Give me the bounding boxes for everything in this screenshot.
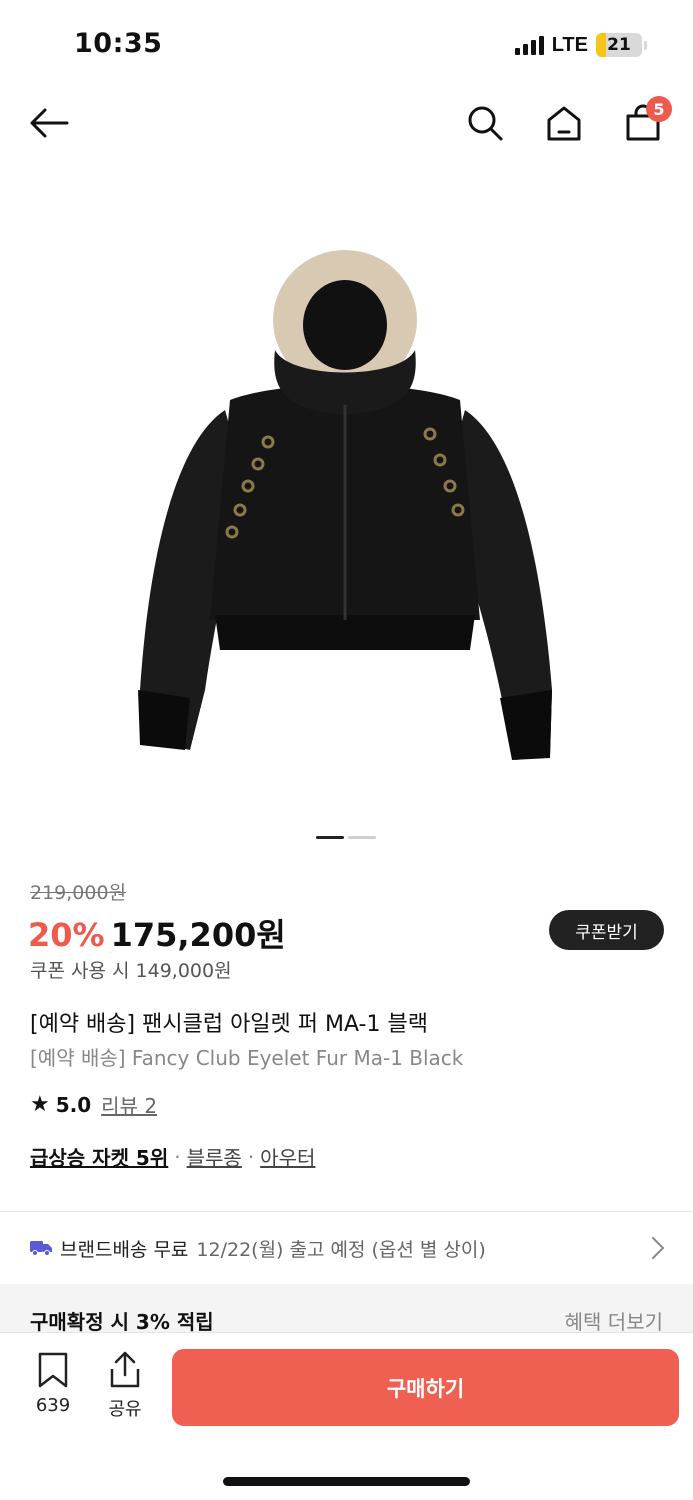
- status-indicators: LTE 21: [514, 33, 647, 57]
- carousel-indicator: [316, 836, 376, 839]
- jacket-image: [138, 250, 552, 760]
- price-row: 20% 175,200원: [28, 910, 286, 956]
- star-icon: ★: [30, 1091, 50, 1117]
- rating-value: 5.0: [55, 1092, 92, 1117]
- bookmark-button[interactable]: 639: [30, 1351, 76, 1416]
- share-label: 공유: [108, 1399, 142, 1420]
- truck-icon: [30, 1241, 52, 1256]
- discount-rate: 20%: [28, 916, 105, 954]
- search-button[interactable]: [462, 100, 508, 146]
- coupon-price: 쿠폰 사용 시 149,000원: [30, 960, 232, 982]
- category-tags: 급상승 자켓 5위 · 블루종 · 아우터: [30, 1142, 315, 1171]
- bookmark-icon: [38, 1352, 68, 1388]
- coupon-button[interactable]: 쿠폰받기: [549, 910, 664, 950]
- back-arrow-icon: [30, 108, 69, 138]
- carousel-dot: [348, 836, 376, 839]
- share-button[interactable]: 공유: [102, 1351, 148, 1421]
- tag-outer[interactable]: 아우터: [260, 1142, 315, 1171]
- search-icon: [468, 106, 503, 141]
- nav-bar: 5: [0, 90, 693, 156]
- home-indicator: [223, 1477, 470, 1486]
- battery-icon: 21: [596, 33, 647, 57]
- bottom-action-bar: 639 공유 구매하기: [0, 1332, 693, 1500]
- delivery-main: 브랜드배송 무료: [60, 1238, 189, 1261]
- bookmark-count: 639: [35, 1395, 71, 1416]
- carousel-dot-active: [316, 836, 344, 839]
- product-title-ko: [예약 배송] 팬시클럽 아일렛 퍼 MA-1 블랙: [30, 1012, 428, 1037]
- product-title-en: [예약 배송] Fancy Club Eyelet Fur Ma-1 Black: [30, 1046, 464, 1070]
- tag-blouson[interactable]: 블루종: [187, 1142, 242, 1171]
- network-label: LTE: [551, 33, 588, 56]
- more-benefits-link[interactable]: 혜택 더보기: [565, 1306, 663, 1335]
- buy-button[interactable]: 구매하기: [172, 1349, 679, 1426]
- battery-level: 21: [607, 35, 631, 55]
- review-link[interactable]: 리뷰 2: [101, 1090, 157, 1119]
- rank-tag[interactable]: 급상승 자켓 5위: [30, 1142, 168, 1171]
- share-icon: [110, 1351, 140, 1388]
- back-button[interactable]: [26, 100, 72, 146]
- delivery-row[interactable]: 브랜드배송 무료 12/22(월) 출고 예정 (옵션 별 상이): [0, 1212, 693, 1284]
- rating-row: ★ 5.0 리뷰 2: [30, 1090, 157, 1119]
- sale-price: 175,200원: [110, 916, 286, 954]
- signal-icon: [514, 35, 544, 55]
- original-price: 219,000원: [30, 882, 127, 904]
- status-bar: 10:35 LTE 21: [0, 0, 693, 90]
- chevron-right-icon: [652, 1237, 665, 1259]
- delivery-date: 12/22(월) 출고 예정 (옵션 별 상이): [196, 1238, 486, 1261]
- tag-separator: ·: [174, 1144, 181, 1169]
- cart-button[interactable]: 5: [620, 96, 672, 146]
- tag-separator: ·: [247, 1144, 255, 1169]
- product-image[interactable]: [120, 220, 570, 780]
- home-icon: [547, 106, 581, 141]
- status-time: 10:35: [74, 28, 163, 59]
- points-info: 구매확정 시 3% 적립: [30, 1310, 214, 1334]
- cart-count-badge: 5: [646, 96, 672, 122]
- home-button[interactable]: [541, 100, 587, 146]
